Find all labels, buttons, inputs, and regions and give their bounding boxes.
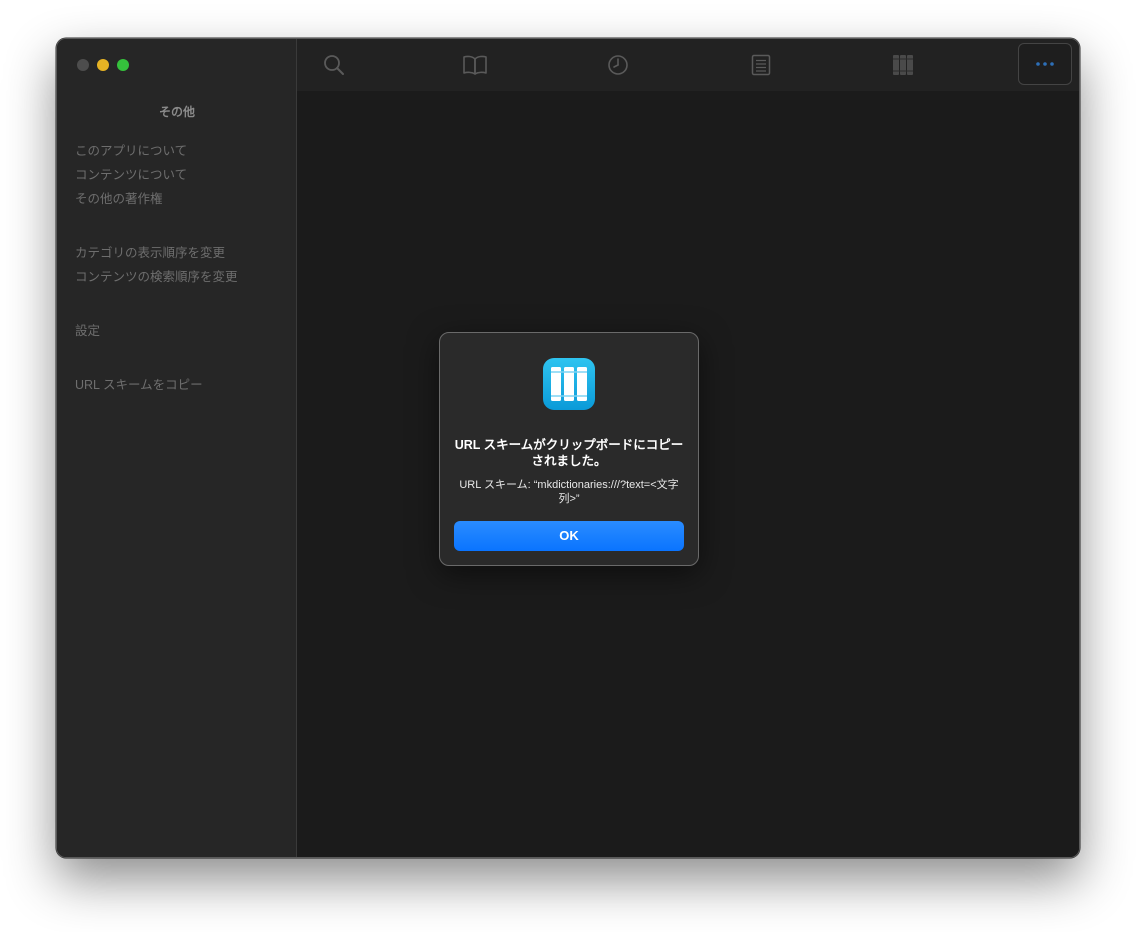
sidebar-group-about: このアプリについて コンテンツについて その他の著作権 bbox=[75, 139, 187, 211]
library-icon bbox=[893, 55, 913, 75]
library-button[interactable] bbox=[887, 49, 919, 81]
list-icon bbox=[751, 54, 771, 76]
sidebar-group-order: カテゴリの表示順序を変更 コンテンツの検索順序を変更 bbox=[75, 241, 238, 289]
minimize-window-button[interactable] bbox=[97, 59, 109, 71]
more-button[interactable] bbox=[1018, 43, 1072, 85]
app-library-icon bbox=[543, 358, 595, 410]
sidebar-item-category-order[interactable]: カテゴリの表示順序を変更 bbox=[75, 241, 238, 265]
sidebar-group-url: URL スキームをコピー bbox=[75, 373, 203, 397]
dictionary-button[interactable] bbox=[459, 49, 491, 81]
sidebar-group-settings: 設定 bbox=[75, 319, 100, 343]
sidebar-item-copy-url-scheme[interactable]: URL スキームをコピー bbox=[75, 373, 203, 397]
ok-button[interactable]: OK bbox=[454, 521, 684, 551]
clock-icon bbox=[608, 55, 628, 75]
window-controls bbox=[77, 59, 129, 71]
search-button[interactable] bbox=[318, 49, 350, 81]
search-icon bbox=[324, 55, 344, 75]
alert-dialog: URL スキームがクリップボードにコピーされました。 URL スキーム: “mk… bbox=[439, 332, 699, 566]
sidebar-item-settings[interactable]: 設定 bbox=[75, 319, 100, 343]
sidebar-title: その他 bbox=[158, 105, 195, 119]
list-button[interactable] bbox=[745, 49, 777, 81]
app-window: その他 このアプリについて コンテンツについて その他の著作権 カテゴリの表示順… bbox=[56, 38, 1080, 858]
sidebar-item-about-app[interactable]: このアプリについて bbox=[75, 139, 187, 163]
zoom-window-button[interactable] bbox=[117, 59, 129, 71]
sidebar-item-search-order[interactable]: コンテンツの検索順序を変更 bbox=[75, 265, 238, 289]
sidebar: その他 このアプリについて コンテンツについて その他の著作権 カテゴリの表示順… bbox=[57, 39, 297, 857]
sidebar-item-other-copyrights[interactable]: その他の著作権 bbox=[75, 187, 187, 211]
history-button[interactable] bbox=[602, 49, 634, 81]
toolbar bbox=[297, 39, 1079, 92]
sidebar-item-about-contents[interactable]: コンテンツについて bbox=[75, 163, 187, 187]
book-icon bbox=[463, 55, 487, 75]
more-icon bbox=[1036, 62, 1054, 66]
alert-title: URL スキームがクリップボードにコピーされました。 bbox=[454, 438, 684, 468]
close-window-button[interactable] bbox=[77, 59, 89, 71]
alert-message: URL スキーム: “mkdictionaries:///?text=<文字列>… bbox=[459, 479, 679, 505]
